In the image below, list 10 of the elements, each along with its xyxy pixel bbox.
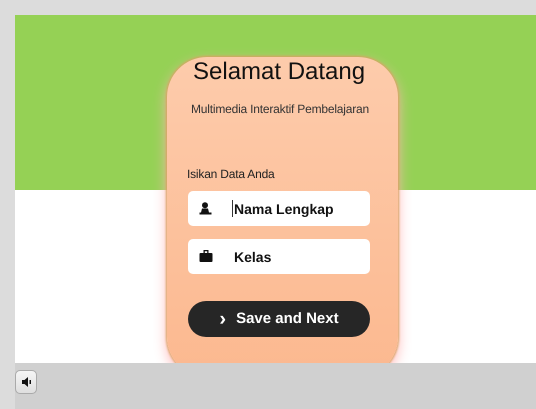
sound-button[interactable] — [15, 370, 37, 394]
subtitle: Multimedia Interaktif Pembelajaran — [191, 101, 370, 118]
text-field[interactable]: Nama Lengkap — [188, 191, 370, 226]
welcome-title: Selamat Datang — [193, 57, 366, 87]
speaker-icon — [20, 376, 32, 388]
text-field[interactable]: Kelas — [188, 239, 370, 274]
save-next-button[interactable]: › Save and Next — [188, 301, 370, 337]
briefcase-icon — [199, 250, 213, 262]
form-label: Isikan Data Anda — [187, 166, 276, 183]
person-icon — [199, 202, 212, 215]
